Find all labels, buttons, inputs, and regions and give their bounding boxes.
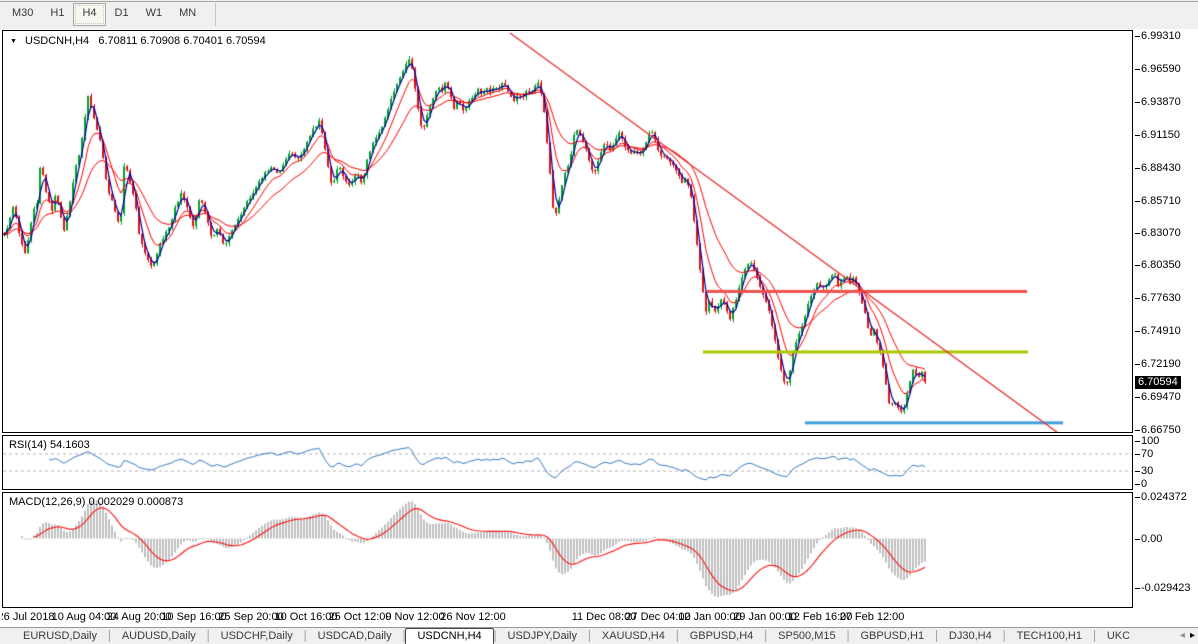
timeframe-buttons: M30H1H4D1W1MN bbox=[4, 3, 216, 26]
price-axis-label: 6.88430 bbox=[1141, 162, 1181, 174]
tab-GBPUSD-H4[interactable]: GBPUSD,H4 bbox=[679, 629, 765, 644]
price-axis-label: 6.96590 bbox=[1141, 63, 1181, 75]
chart-tabs: EURUSD,Daily|AUDUSD,Daily|USDCHF,Daily|U… bbox=[12, 628, 1170, 644]
tab-separator: | bbox=[935, 629, 938, 643]
tab-USDCNH-H4[interactable]: USDCNH,H4 bbox=[405, 628, 493, 644]
tab-separator: | bbox=[108, 629, 111, 643]
timeframe-button-H4[interactable]: H4 bbox=[73, 3, 105, 26]
price-axis-label: 6.85710 bbox=[1141, 195, 1181, 207]
rsi-axis-label: 30 bbox=[1141, 465, 1153, 477]
tab-USDCHF-Daily[interactable]: USDCHF,Daily bbox=[210, 629, 304, 644]
rsi-axis-label: 70 bbox=[1141, 448, 1153, 460]
tab-UKC[interactable]: UKC bbox=[1096, 629, 1141, 644]
timeframe-button-M30[interactable]: M30 bbox=[4, 3, 41, 24]
tab-separator: | bbox=[207, 629, 210, 643]
price-axis-label: 6.72190 bbox=[1141, 358, 1181, 370]
price-axis-label: 6.83070 bbox=[1141, 227, 1181, 239]
tab-USDJPY-Daily[interactable]: USDJPY,Daily bbox=[497, 629, 589, 644]
macd-panel: MACD(12,26,9) 0.002029 0.000873 bbox=[2, 492, 1133, 608]
tab-separator: | bbox=[304, 629, 307, 643]
tab-separator: | bbox=[1003, 629, 1006, 643]
time-axis-label: 27 Feb 12:00 bbox=[840, 611, 905, 623]
tab-scroll-right-icon[interactable]: ▸ bbox=[1190, 630, 1195, 641]
rsi-panel: RSI(14) 54.1603 bbox=[2, 435, 1133, 490]
timeframe-toolbar: M30H1H4D1W1MN bbox=[0, 0, 1198, 29]
tab-XAUUSD-H4[interactable]: XAUUSD,H4 bbox=[591, 629, 676, 644]
time-axis-label: 26 Nov 12:00 bbox=[440, 611, 505, 623]
tab-scroll-left-icon[interactable]: ◂ bbox=[1180, 630, 1185, 641]
tab-scroll-controls: ◂ ▸ bbox=[1171, 629, 1195, 643]
time-axis: 26 Jul 201810 Aug 04:0024 Aug 20:0010 Se… bbox=[2, 608, 1133, 626]
macd-axis-label: -0.029423 bbox=[1141, 582, 1191, 594]
tab-separator: | bbox=[676, 629, 679, 643]
tab-EURUSD-Daily[interactable]: EURUSD,Daily bbox=[12, 629, 108, 644]
price-axis-label: 6.69470 bbox=[1141, 391, 1181, 403]
chart-window: ▼ USDCNH,H4 6.70811 6.70908 6.70401 6.70… bbox=[0, 29, 1198, 627]
tab-separator: | bbox=[403, 629, 406, 643]
rsi-axis-label: 0 bbox=[1141, 478, 1147, 490]
rsi-canvas[interactable] bbox=[3, 436, 1132, 489]
chart-tab-bar: EURUSD,Daily|AUDUSD,Daily|USDCHF,Daily|U… bbox=[0, 627, 1198, 644]
time-axis-label: 26 Jul 2018 bbox=[2, 611, 54, 623]
macd-canvas[interactable] bbox=[3, 493, 1132, 607]
time-axis-label: 9 Nov 12:00 bbox=[385, 611, 444, 623]
toolbar-separator bbox=[215, 3, 216, 26]
tab-TECH100-H1[interactable]: TECH100,H1 bbox=[1006, 629, 1093, 644]
macd-indicator-label: MACD(12,26,9) 0.002029 0.000873 bbox=[9, 496, 183, 508]
chevron-down-icon[interactable]: ▼ bbox=[10, 38, 17, 45]
tab-separator: | bbox=[588, 629, 591, 643]
timeframe-button-H1[interactable]: H1 bbox=[42, 3, 72, 24]
tab-separator: | bbox=[764, 629, 767, 643]
time-axis-label: 10 Sep 16:00 bbox=[161, 611, 226, 623]
tab-USDCAD-Daily[interactable]: USDCAD,Daily bbox=[307, 629, 403, 644]
price-axis-label: 6.80350 bbox=[1141, 259, 1181, 271]
chart-ohlc-values: 6.70811 6.70908 6.70401 6.70594 bbox=[98, 35, 265, 47]
mt4-terminal: { "toolbar": { "timeframes": [ {"label":… bbox=[0, 0, 1198, 644]
value-axis: 6.99310 6.96590 6.93870 6.91150 6.88430 6.857… bbox=[1134, 29, 1198, 627]
tab-separator: | bbox=[494, 629, 497, 643]
price-axis-label: 6.93870 bbox=[1141, 96, 1181, 108]
tab-GBPUSD-H1[interactable]: GBPUSD,H1 bbox=[849, 629, 935, 644]
price-axis-label: 6.91150 bbox=[1141, 129, 1180, 141]
timeframe-button-D1[interactable]: D1 bbox=[107, 3, 137, 24]
tab-DJ30-H4[interactable]: DJ30,H4 bbox=[938, 629, 1003, 644]
price-axis-label: 6.77630 bbox=[1141, 292, 1181, 304]
tab-AUDUSD-Daily[interactable]: AUDUSD,Daily bbox=[111, 629, 207, 644]
price-axis-label: 6.99310 bbox=[1141, 30, 1181, 42]
macd-axis-label: 0.00 bbox=[1141, 533, 1162, 545]
price-axis-label: 6.74910 bbox=[1141, 325, 1181, 337]
tab-separator: | bbox=[1093, 629, 1096, 643]
price-chart-panel: ▼ USDCNH,H4 6.70811 6.70908 6.70401 6.70… bbox=[2, 30, 1133, 433]
timeframe-button-MN[interactable]: MN bbox=[171, 3, 204, 24]
chart-title: ▼ USDCNH,H4 6.70811 6.70908 6.70401 6.70… bbox=[10, 35, 266, 47]
rsi-axis-label: 100 bbox=[1141, 435, 1159, 447]
timeframe-button-W1[interactable]: W1 bbox=[138, 3, 171, 24]
current-price-tag: 6.70594 bbox=[1135, 376, 1181, 389]
tab-separator: | bbox=[847, 629, 850, 643]
macd-axis-label: 0.024372 bbox=[1141, 491, 1187, 503]
tab-SP500-M15[interactable]: SP500,M15 bbox=[767, 629, 846, 644]
time-axis-label: 25 Oct 12:00 bbox=[329, 611, 392, 623]
toolbar-divider bbox=[0, 1, 1198, 2]
rsi-indicator-label: RSI(14) 54.1603 bbox=[9, 439, 90, 451]
price-chart-canvas[interactable] bbox=[3, 31, 1132, 432]
chart-symbol-label: USDCNH,H4 bbox=[25, 35, 89, 47]
